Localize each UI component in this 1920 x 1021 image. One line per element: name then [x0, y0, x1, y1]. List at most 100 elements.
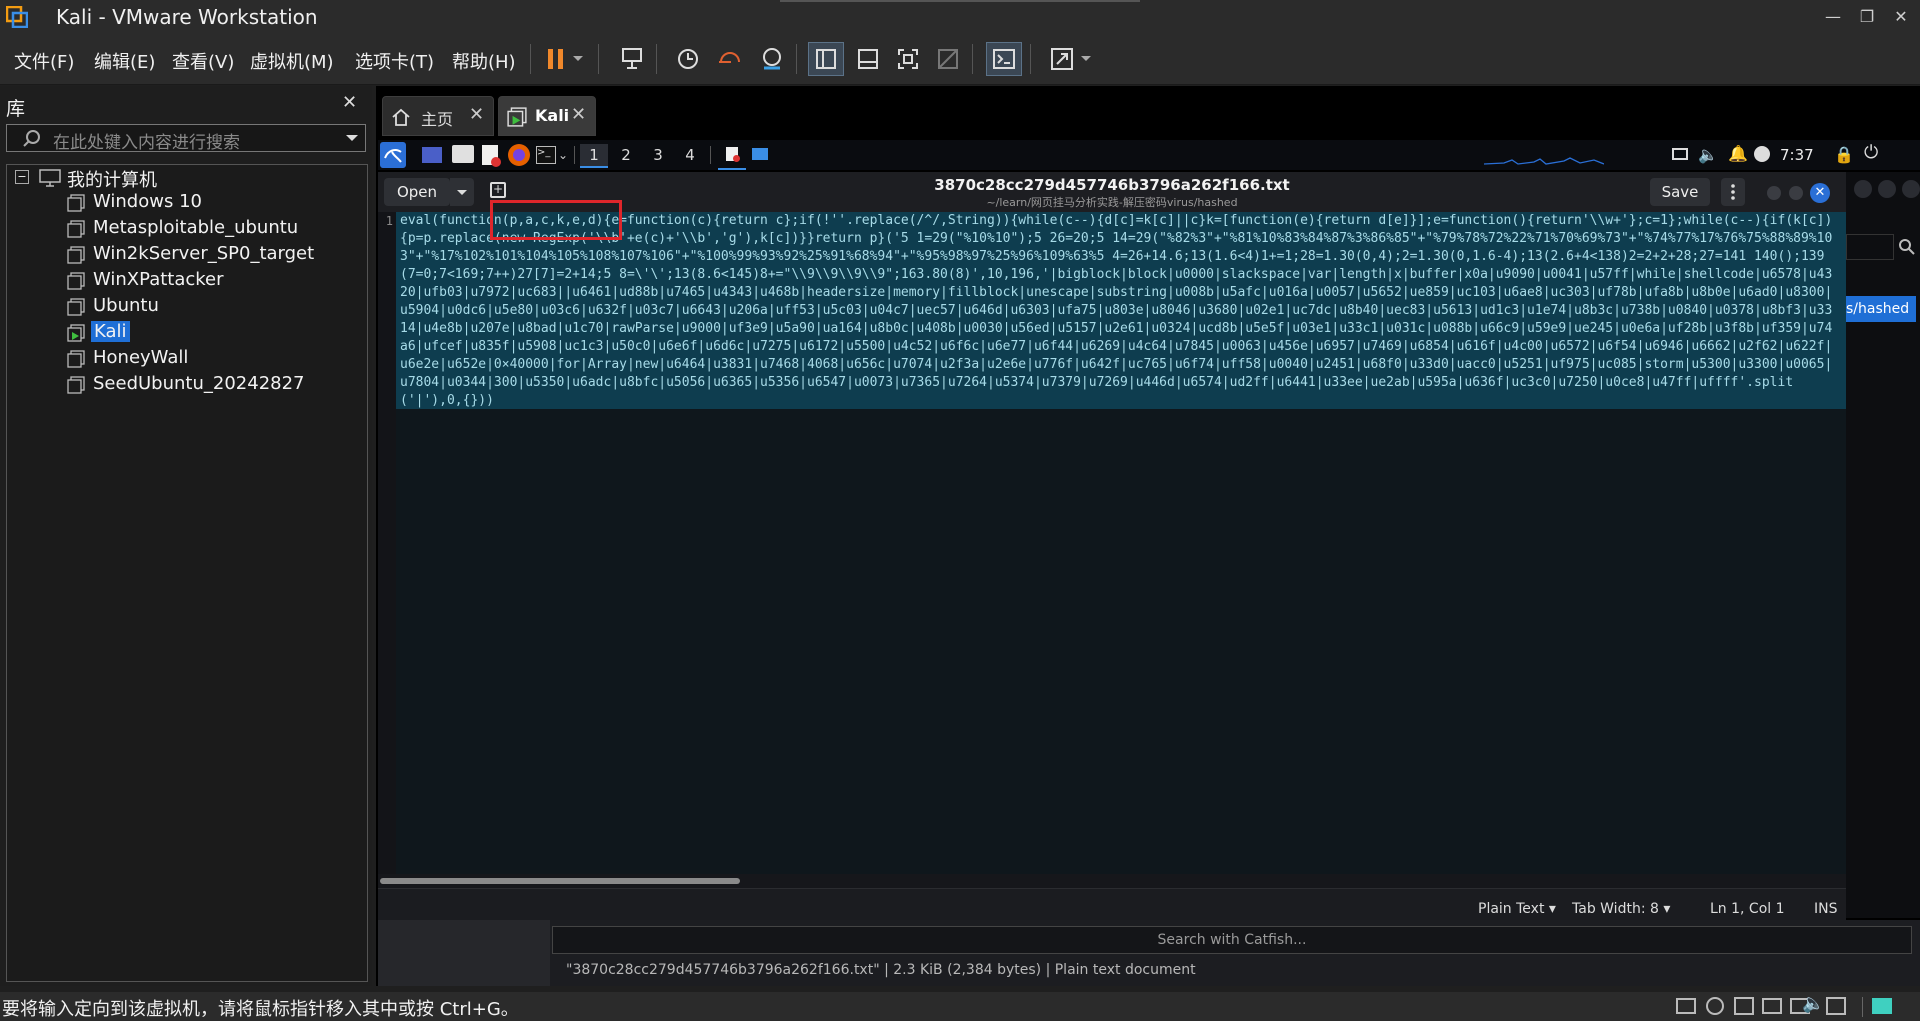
- revert-snapshot-icon[interactable]: [712, 42, 748, 76]
- tab-width-selector[interactable]: Tab Width: 8 ▾: [1572, 901, 1670, 917]
- minimize-icon[interactable]: —: [1820, 6, 1846, 28]
- dropdown-icon[interactable]: [568, 42, 588, 76]
- hamburger-menu-icon[interactable]: [1721, 178, 1745, 206]
- unity-icon[interactable]: [930, 42, 966, 76]
- show-library-icon[interactable]: [808, 42, 844, 76]
- close-icon[interactable]: ✕: [571, 104, 586, 125]
- vm-icon: [67, 298, 85, 316]
- fullscreen-icon[interactable]: [890, 42, 926, 76]
- language-selector[interactable]: Plain Text ▾: [1478, 901, 1556, 917]
- highlight-annotation-box: [490, 200, 622, 240]
- menu-edit[interactable]: 编辑(E): [94, 48, 155, 74]
- window-title: Kali - VMware Workstation: [56, 5, 318, 29]
- taskbar-folder-window[interactable]: [752, 148, 768, 160]
- send-ctrl-alt-del-icon[interactable]: [614, 42, 650, 76]
- scrollbar-thumb[interactable]: [380, 878, 740, 884]
- terminal-icon[interactable]: >_: [536, 146, 556, 164]
- chevron-down-icon[interactable]: ⌄: [558, 148, 568, 162]
- clock[interactable]: 7:37: [1780, 146, 1814, 164]
- tree-root-my-computer[interactable]: 我的计算机: [67, 166, 157, 192]
- hard-disk-icon[interactable]: [1676, 998, 1696, 1014]
- menu-help[interactable]: 帮助(H): [452, 48, 516, 74]
- toolbar-separator: [530, 44, 531, 74]
- workspace-4[interactable]: 4: [676, 144, 704, 166]
- library-title: 库: [6, 98, 26, 120]
- window-button-icon: [1854, 180, 1872, 198]
- search-icon: [23, 130, 40, 147]
- titlebar-accent: [780, 0, 1140, 2]
- notification-bell-icon[interactable]: 🔔: [1728, 144, 1748, 163]
- statusbar-hint: 要将输入定向到该虚拟机，请将鼠标指针移入其中或按 Ctrl+G。: [2, 999, 519, 1020]
- vm-item-honeywall[interactable]: HoneyWall: [93, 347, 188, 368]
- menu-tabs[interactable]: 选项卡(T): [355, 48, 434, 74]
- cd-icon[interactable]: [1706, 997, 1724, 1015]
- close-icon[interactable]: ✕: [469, 104, 484, 125]
- vm-item-winxpattacker[interactable]: WinXPattacker: [93, 269, 224, 290]
- vm-item-ubuntu[interactable]: Ubuntu: [93, 295, 159, 316]
- path-chip-hashed[interactable]: s/hashed: [1842, 296, 1916, 322]
- horizontal-scrollbar[interactable]: [378, 874, 1846, 888]
- catfish-search-input[interactable]: Search with Catfish...: [552, 926, 1912, 954]
- message-log-icon[interactable]: [1872, 998, 1892, 1014]
- search-placeholder: 在此处键入内容进行搜索: [53, 133, 240, 153]
- taskbar-editor-window[interactable]: [718, 142, 746, 170]
- show-desktop-icon[interactable]: [422, 147, 442, 163]
- snapshot-icon[interactable]: [670, 42, 706, 76]
- panel-separator: [710, 146, 711, 164]
- kali-menu-icon[interactable]: [380, 142, 406, 168]
- chevron-down-icon: ▾: [1548, 901, 1556, 917]
- network-adapter-icon[interactable]: [1734, 997, 1754, 1015]
- vm-item-win2kserver[interactable]: Win2kServer_SP0_target: [93, 243, 314, 264]
- text-editor-icon[interactable]: [482, 145, 501, 167]
- workspace-3[interactable]: 3: [644, 144, 672, 166]
- toolbar-separator: [656, 44, 657, 74]
- display-device-icon[interactable]: [1826, 997, 1846, 1015]
- restore-icon[interactable]: ❐: [1854, 6, 1880, 28]
- usb-icon[interactable]: [1762, 998, 1782, 1014]
- menu-view[interactable]: 查看(V): [172, 48, 234, 74]
- power-icon[interactable]: ⏻: [1864, 142, 1878, 163]
- file-title: 3870c28cc279d457746b3796a262f166.txt: [934, 176, 1290, 194]
- tab-kali[interactable]: Kali ✕: [498, 96, 596, 136]
- vm-item-metasploitable-ubuntu[interactable]: Metasploitable_ubuntu: [93, 217, 298, 238]
- vm-icon: [67, 272, 85, 290]
- library-search-input[interactable]: 在此处键入内容进行搜索: [6, 124, 366, 153]
- chevron-down-icon: ▾: [1663, 901, 1671, 917]
- thumbnail-bar-icon[interactable]: [850, 42, 886, 76]
- search-icon[interactable]: [1898, 238, 1916, 256]
- toolbar-separator: [972, 44, 973, 74]
- dropdown-icon[interactable]: [1076, 42, 1096, 76]
- insert-mode: INS: [1814, 901, 1838, 917]
- chevron-down-icon[interactable]: [345, 134, 359, 143]
- display-icon[interactable]: [1672, 148, 1688, 160]
- vm-item-windows-10[interactable]: Windows 10: [93, 191, 202, 212]
- catfish-sidebar: [378, 920, 550, 986]
- volume-icon[interactable]: 🔈: [1698, 145, 1718, 164]
- minimize-icon[interactable]: [1767, 186, 1781, 200]
- vm-item-kali[interactable]: Kali: [91, 321, 130, 342]
- file-manager-icon[interactable]: [452, 145, 474, 163]
- close-icon[interactable]: ✕: [1810, 183, 1830, 203]
- text-editor-window: Open + 3870c28cc279d457746b3796a262f166.…: [378, 172, 1846, 954]
- save-button[interactable]: Save: [1650, 178, 1710, 206]
- workspace-2[interactable]: 2: [612, 144, 640, 166]
- tab-home[interactable]: 主页 ✕: [382, 96, 494, 136]
- menu-vm[interactable]: 虚拟机(M): [250, 48, 334, 74]
- close-icon[interactable]: ✕: [1888, 6, 1914, 28]
- maximize-icon[interactable]: [1789, 186, 1803, 200]
- stretch-view-icon[interactable]: [1044, 42, 1080, 76]
- menu-file[interactable]: 文件(F): [14, 48, 74, 74]
- panel-separator: [574, 146, 575, 164]
- close-icon[interactable]: ✕: [342, 92, 357, 113]
- vm-item-seedubuntu[interactable]: SeedUbuntu_20242827: [93, 373, 305, 394]
- sound-icon[interactable]: 🔈: [1802, 993, 1824, 1014]
- code-text[interactable]: eval(function(p,a,c,k,e,d){e=function(c)…: [400, 212, 1840, 410]
- workspace-1[interactable]: 1: [580, 144, 608, 168]
- tab-width-label: Tab Width: 8: [1572, 901, 1659, 917]
- firefox-icon[interactable]: [508, 144, 530, 166]
- manage-snapshots-icon[interactable]: [754, 42, 790, 76]
- lock-icon[interactable]: 🔒: [1834, 145, 1854, 164]
- collapse-toggle-icon[interactable]: −: [15, 170, 29, 184]
- network-icon[interactable]: [1754, 146, 1770, 162]
- console-view-icon[interactable]: [986, 42, 1022, 76]
